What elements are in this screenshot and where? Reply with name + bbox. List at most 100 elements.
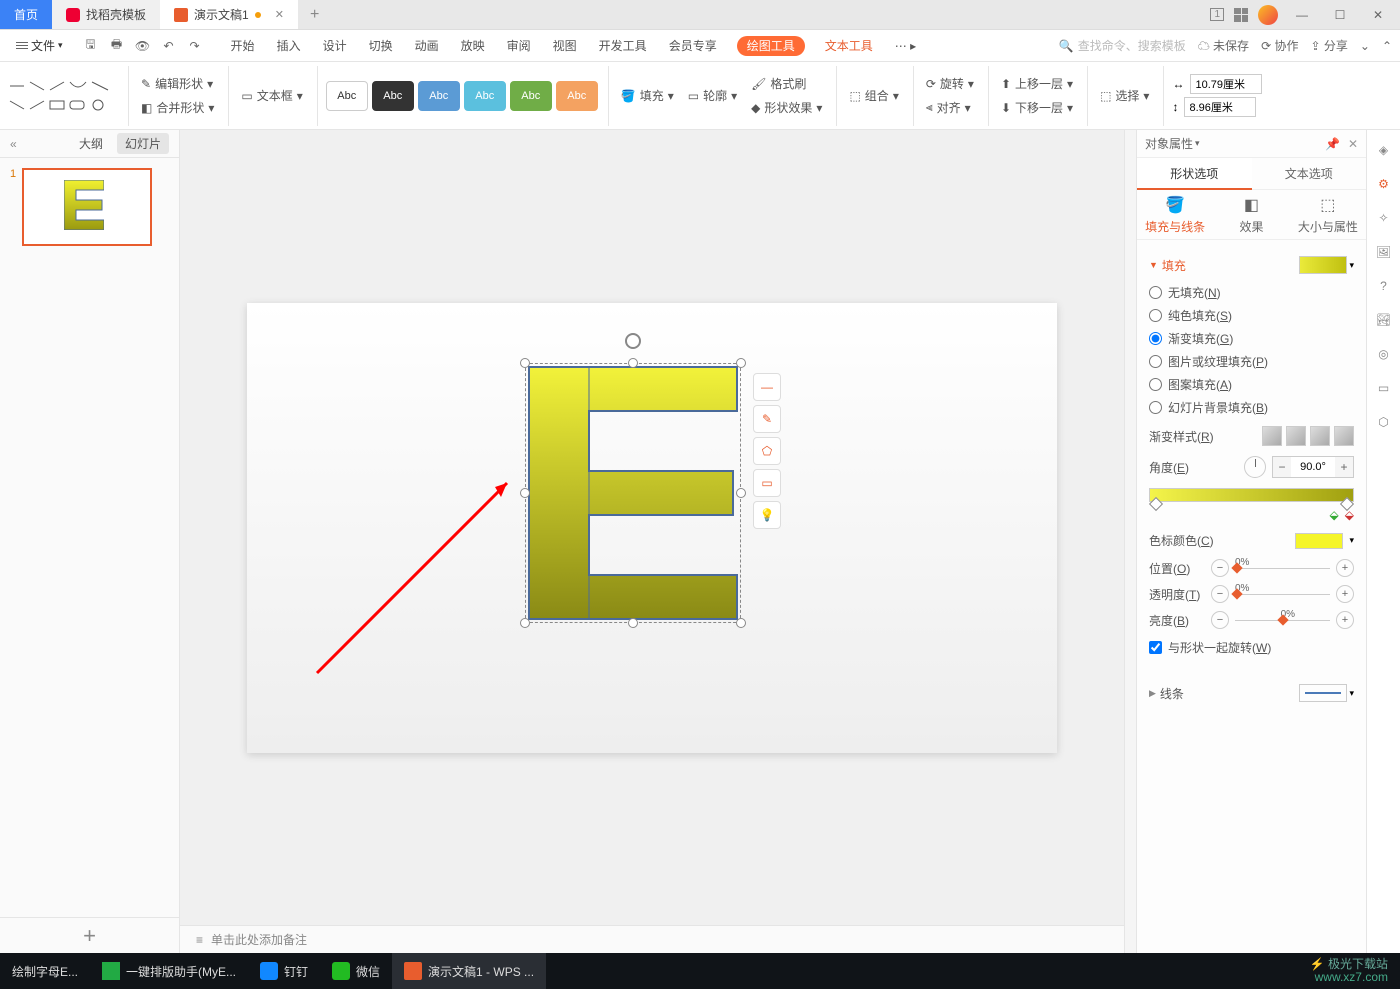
- angle-dec-button[interactable]: −: [1273, 457, 1291, 477]
- shape-effects-button[interactable]: ◆ 形状效果 ▾: [747, 97, 826, 118]
- file-menu[interactable]: 文件▾: [8, 34, 71, 58]
- menu-start[interactable]: 开始: [229, 31, 257, 61]
- fill-color-chip[interactable]: [1299, 256, 1347, 274]
- float-idea-icon[interactable]: 💡: [753, 501, 781, 529]
- strip-help-icon[interactable]: ?: [1374, 276, 1394, 296]
- subtab-effects[interactable]: ◧效果: [1213, 190, 1289, 239]
- save-icon[interactable]: 🖫: [81, 36, 101, 56]
- radio-pattern-fill[interactable]: 图案填充(A): [1149, 376, 1354, 393]
- transparency-slider[interactable]: 0%: [1235, 587, 1330, 601]
- tab-doc-active[interactable]: 演示文稿1 ✕: [160, 0, 298, 29]
- edit-shape-button[interactable]: ✎ 编辑形状 ▾: [137, 73, 218, 94]
- close-icon[interactable]: ✕: [275, 8, 284, 21]
- task-item-3[interactable]: 钉钉: [248, 953, 320, 989]
- gradient-bar[interactable]: [1149, 488, 1354, 502]
- radio-picture-fill[interactable]: 图片或纹理填充(P): [1149, 353, 1354, 370]
- select-button[interactable]: ⬚选择▾: [1096, 85, 1153, 106]
- strip-cube-icon[interactable]: ⬡: [1374, 412, 1394, 432]
- bring-forward-button[interactable]: ⬆ 上移一层 ▾: [997, 73, 1077, 94]
- menu-dev[interactable]: 开发工具: [597, 31, 649, 61]
- slide[interactable]: — ✎ ⬠ ▭ 💡: [247, 303, 1057, 753]
- menu-review[interactable]: 审阅: [505, 31, 533, 61]
- close-panel-icon[interactable]: ✕: [1348, 137, 1358, 151]
- search-input[interactable]: 🔍 查找命令、搜索模板: [1059, 37, 1186, 54]
- swatch-green[interactable]: Abc: [510, 81, 552, 111]
- vertical-scrollbar[interactable]: [1124, 130, 1136, 953]
- subtab-fill-line[interactable]: 🪣填充与线条: [1137, 190, 1213, 239]
- panel-tab-text[interactable]: 文本选项: [1252, 158, 1367, 190]
- strip-sliders-icon[interactable]: ⚙: [1374, 174, 1394, 194]
- redo-icon[interactable]: ↷: [185, 36, 205, 56]
- fill-button[interactable]: 🪣填充▾: [617, 85, 678, 106]
- strip-diamond-icon[interactable]: ◈: [1374, 140, 1394, 160]
- strip-image-icon[interactable]: 🖼: [1374, 242, 1394, 262]
- strip-screen-icon[interactable]: ▭: [1374, 378, 1394, 398]
- merge-shapes-button[interactable]: ◧ 合并形状 ▾: [137, 97, 218, 118]
- avatar[interactable]: [1258, 5, 1278, 25]
- menu-text-tools[interactable]: 文本工具: [823, 31, 875, 61]
- menu-collapse-icon[interactable]: ⌃: [1382, 39, 1392, 53]
- swatch-dark[interactable]: Abc: [372, 81, 414, 111]
- angle-input[interactable]: − +: [1272, 456, 1354, 478]
- grid-icon[interactable]: [1234, 8, 1248, 22]
- menu-draw-tools[interactable]: 绘图工具: [737, 36, 805, 56]
- menu-animation[interactable]: 动画: [413, 31, 441, 61]
- preview-icon[interactable]: 👁: [133, 36, 153, 56]
- menu-caret-icon[interactable]: ⌄: [1360, 39, 1370, 53]
- task-item-1[interactable]: 绘制字母E...: [0, 953, 90, 989]
- tab-home[interactable]: 首页: [0, 0, 52, 29]
- layout-1-icon[interactable]: 1: [1210, 8, 1224, 21]
- minimize-button[interactable]: —: [1288, 1, 1316, 29]
- rotate-with-shape-checkbox[interactable]: 与形状一起旋转(W): [1149, 639, 1354, 656]
- slide-thumbnail-1[interactable]: 1: [10, 168, 169, 246]
- maximize-button[interactable]: ☐: [1326, 1, 1354, 29]
- share-button[interactable]: ⇪ 分享: [1310, 37, 1347, 54]
- strip-pic-icon[interactable]: 🏞: [1374, 310, 1394, 330]
- grad-style-presets[interactable]: [1262, 426, 1354, 446]
- style-gallery[interactable]: Abc Abc Abc Abc Abc Abc: [326, 81, 598, 111]
- float-fill-icon[interactable]: ⬠: [753, 437, 781, 465]
- format-painter-button[interactable]: 🖌 格式刷: [747, 73, 826, 94]
- send-backward-button[interactable]: ⬇ 下移一层 ▾: [997, 97, 1077, 118]
- lines-gallery[interactable]: [8, 66, 129, 126]
- selected-shape[interactable]: — ✎ ⬠ ▭ 💡: [525, 363, 741, 623]
- panel-tab-shape[interactable]: 形状选项: [1137, 158, 1252, 190]
- menu-transition[interactable]: 切换: [367, 31, 395, 61]
- slides-tab[interactable]: 幻灯片: [117, 133, 169, 154]
- outline-button[interactable]: ▭轮廓▾: [684, 85, 741, 106]
- trans-inc-button[interactable]: +: [1336, 585, 1354, 603]
- menu-insert[interactable]: 插入: [275, 31, 303, 61]
- swatch-blue[interactable]: Abc: [418, 81, 460, 111]
- task-item-5[interactable]: 演示文稿1 - WPS ...: [392, 953, 546, 989]
- float-layout-icon[interactable]: ▭: [753, 469, 781, 497]
- angle-dial[interactable]: [1244, 456, 1266, 478]
- tab-add-button[interactable]: +: [298, 0, 331, 29]
- swatch-white[interactable]: Abc: [326, 81, 368, 111]
- strip-target-icon[interactable]: ◎: [1374, 344, 1394, 364]
- radio-solid-fill[interactable]: 纯色填充(S): [1149, 307, 1354, 324]
- undo-icon[interactable]: ↶: [159, 36, 179, 56]
- pin-icon[interactable]: 📌: [1325, 137, 1340, 151]
- pos-inc-button[interactable]: +: [1336, 559, 1354, 577]
- float-collapse-icon[interactable]: —: [753, 373, 781, 401]
- add-slide-button[interactable]: +: [0, 917, 179, 953]
- close-window-button[interactable]: ✕: [1364, 1, 1392, 29]
- notes-bar[interactable]: ≡ 单击此处添加备注: [180, 925, 1124, 953]
- menu-vip[interactable]: 会员专享: [667, 31, 719, 61]
- rotate-handle[interactable]: [625, 333, 641, 349]
- tab-template[interactable]: 找稻壳模板: [52, 0, 160, 29]
- angle-inc-button[interactable]: +: [1335, 457, 1353, 477]
- textbox-button[interactable]: ▭ 文本框 ▾: [237, 85, 306, 106]
- line-color-chip[interactable]: [1299, 684, 1347, 702]
- radio-gradient-fill[interactable]: 渐变填充(G): [1149, 330, 1354, 347]
- swatch-cyan[interactable]: Abc: [464, 81, 506, 111]
- float-brush-icon[interactable]: ✎: [753, 405, 781, 433]
- unsaved-button[interactable]: ☁ 未保存: [1198, 37, 1249, 54]
- notes-placeholder[interactable]: 单击此处添加备注: [211, 931, 307, 948]
- collapse-panel-icon[interactable]: «: [10, 137, 17, 151]
- task-item-4[interactable]: 微信: [320, 953, 392, 989]
- expand-icon[interactable]: ▼: [1149, 260, 1158, 270]
- trans-dec-button[interactable]: −: [1211, 585, 1229, 603]
- menu-more[interactable]: ⋯ ▸: [893, 31, 918, 61]
- position-slider[interactable]: 0%: [1235, 561, 1330, 575]
